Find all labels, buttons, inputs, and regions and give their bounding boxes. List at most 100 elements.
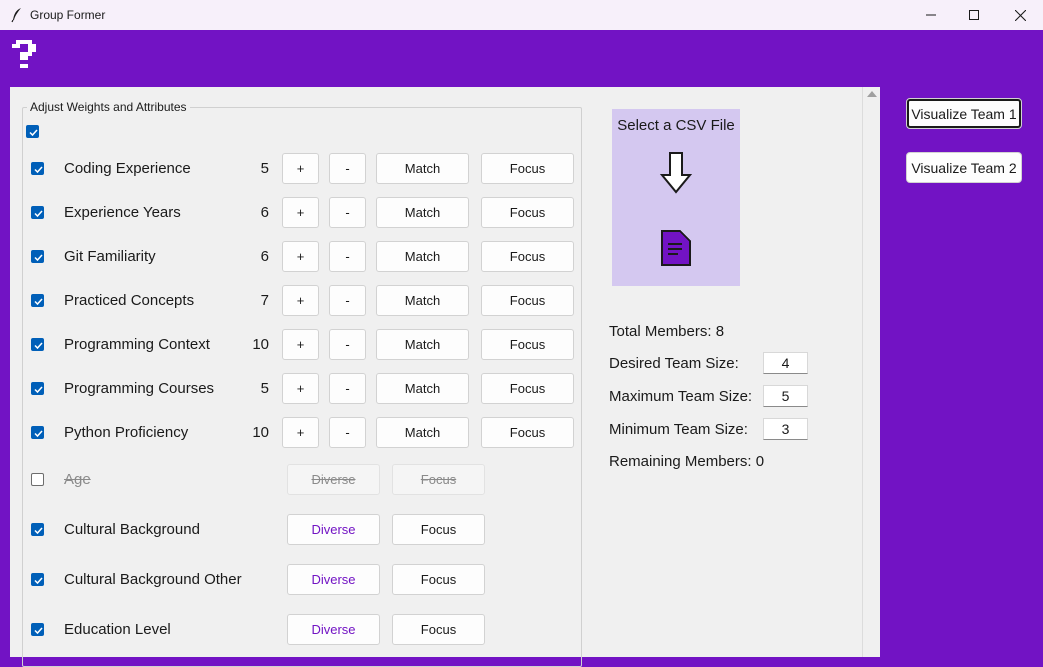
focus-button[interactable]: Focus: [392, 514, 485, 545]
attribute-label: Programming Context: [64, 336, 210, 353]
increase-weight-button[interactable]: +: [282, 285, 319, 316]
increase-weight-button[interactable]: +: [282, 241, 319, 272]
csv-drop-zone[interactable]: Select a CSV File: [612, 109, 740, 286]
diverse-button[interactable]: Diverse: [287, 464, 380, 495]
decrease-weight-button[interactable]: -: [329, 153, 366, 184]
attribute-checkbox[interactable]: [31, 573, 44, 586]
visualize-team-1-button[interactable]: Visualize Team 1: [906, 98, 1022, 129]
total-members: Total Members: 8: [609, 323, 725, 340]
attribute-checkbox[interactable]: [31, 294, 44, 307]
attribute-label: Cultural Background Other: [64, 571, 242, 588]
attribute-checkbox[interactable]: [31, 206, 44, 219]
attribute-weight: 6: [260, 248, 269, 265]
focus-button[interactable]: Focus: [481, 285, 574, 316]
focus-button[interactable]: Focus: [481, 329, 574, 360]
decrease-weight-button[interactable]: -: [329, 285, 366, 316]
match-button[interactable]: Match: [376, 329, 469, 360]
checkmark-icon: [34, 210, 43, 218]
attribute-checkbox[interactable]: [31, 523, 44, 536]
attribute-checkbox[interactable]: [31, 382, 44, 395]
attribute-weight: 5: [260, 380, 269, 397]
checkmark-icon: [34, 298, 43, 306]
attribute-checkbox[interactable]: [31, 250, 44, 263]
minimize-button[interactable]: [908, 0, 954, 30]
maximize-icon: [969, 10, 979, 20]
increase-weight-button[interactable]: +: [282, 197, 319, 228]
attribute-weight: 7: [260, 292, 269, 309]
focus-button[interactable]: Focus: [481, 197, 574, 228]
close-button[interactable]: [997, 0, 1043, 30]
csv-title: Select a CSV File: [617, 117, 735, 134]
diverse-button[interactable]: Diverse: [287, 514, 380, 545]
diverse-button[interactable]: Diverse: [287, 614, 380, 645]
desired-team-size-input[interactable]: 4: [763, 352, 808, 374]
focus-button[interactable]: Focus: [392, 614, 485, 645]
attribute-checkbox[interactable]: [31, 623, 44, 636]
minimize-icon: [926, 14, 936, 16]
match-button[interactable]: Match: [376, 417, 469, 448]
match-button[interactable]: Match: [376, 285, 469, 316]
attribute-label: Programming Courses: [64, 380, 215, 397]
question-mark-icon[interactable]: [12, 40, 40, 68]
attribute-label: Git Familiarity: [64, 248, 156, 265]
checkmark-icon: [34, 627, 43, 635]
attribute-checkbox[interactable]: [31, 426, 44, 439]
focus-button[interactable]: Focus: [481, 373, 574, 404]
attribute-weight: 6: [260, 204, 269, 221]
decrease-weight-button[interactable]: -: [329, 417, 366, 448]
groupbox-title: Adjust Weights and Attributes: [27, 100, 190, 114]
focus-button[interactable]: Focus: [481, 241, 574, 272]
attribute-label: Age: [64, 471, 91, 488]
attribute-label: Education Level: [64, 621, 171, 638]
attribute-checkbox[interactable]: [31, 473, 44, 486]
desired-team-size-label: Desired Team Size:: [609, 355, 739, 372]
focus-button[interactable]: Focus: [481, 417, 574, 448]
feather-icon: [11, 8, 21, 23]
maximum-team-size-input[interactable]: 5: [763, 385, 808, 407]
window-title: Group Former: [30, 8, 106, 22]
match-button[interactable]: Match: [376, 197, 469, 228]
increase-weight-button[interactable]: +: [282, 153, 319, 184]
match-button[interactable]: Match: [376, 153, 469, 184]
decrease-weight-button[interactable]: -: [329, 373, 366, 404]
match-button[interactable]: Match: [376, 241, 469, 272]
attribute-weight: 10: [252, 336, 269, 353]
diverse-button[interactable]: Diverse: [287, 564, 380, 595]
increase-weight-button[interactable]: +: [282, 373, 319, 404]
arrow-down-icon: [659, 152, 693, 194]
attribute-checkbox[interactable]: [31, 162, 44, 175]
checkmark-icon: [34, 430, 43, 438]
minimum-team-size-label: Minimum Team Size:: [609, 421, 748, 438]
scroll-up-icon[interactable]: [867, 91, 877, 97]
attribute-label: Coding Experience: [64, 160, 191, 177]
visualize-team-2-button[interactable]: Visualize Team 2: [906, 152, 1022, 183]
attribute-checkbox[interactable]: [31, 338, 44, 351]
focus-button[interactable]: Focus: [481, 153, 574, 184]
checkmark-icon: [34, 577, 43, 585]
checkmark-icon: [29, 129, 38, 137]
match-button[interactable]: Match: [376, 373, 469, 404]
close-icon: [1014, 9, 1026, 21]
focus-button[interactable]: Focus: [392, 564, 485, 595]
attribute-label: Python Proficiency: [64, 424, 189, 441]
maximize-button[interactable]: [951, 0, 997, 30]
decrease-weight-button[interactable]: -: [329, 329, 366, 360]
vertical-scrollbar[interactable]: [862, 87, 880, 657]
attribute-weight: 10: [252, 424, 269, 441]
remaining-members: Remaining Members: 0: [609, 453, 765, 470]
checkmark-icon: [34, 254, 43, 262]
increase-weight-button[interactable]: +: [282, 417, 319, 448]
increase-weight-button[interactable]: +: [282, 329, 319, 360]
decrease-weight-button[interactable]: -: [329, 241, 366, 272]
select-all-checkbox[interactable]: [26, 125, 39, 138]
attribute-weight: 5: [260, 160, 269, 177]
checkmark-icon: [34, 342, 43, 350]
checkmark-icon: [34, 166, 43, 174]
attribute-label: Practiced Concepts: [64, 292, 195, 309]
decrease-weight-button[interactable]: -: [329, 197, 366, 228]
focus-button[interactable]: Focus: [392, 464, 485, 495]
checkmark-icon: [34, 527, 43, 535]
minimum-team-size-input[interactable]: 3: [763, 418, 808, 440]
file-icon: [661, 230, 691, 266]
title-bar: Group Former: [0, 0, 1043, 30]
